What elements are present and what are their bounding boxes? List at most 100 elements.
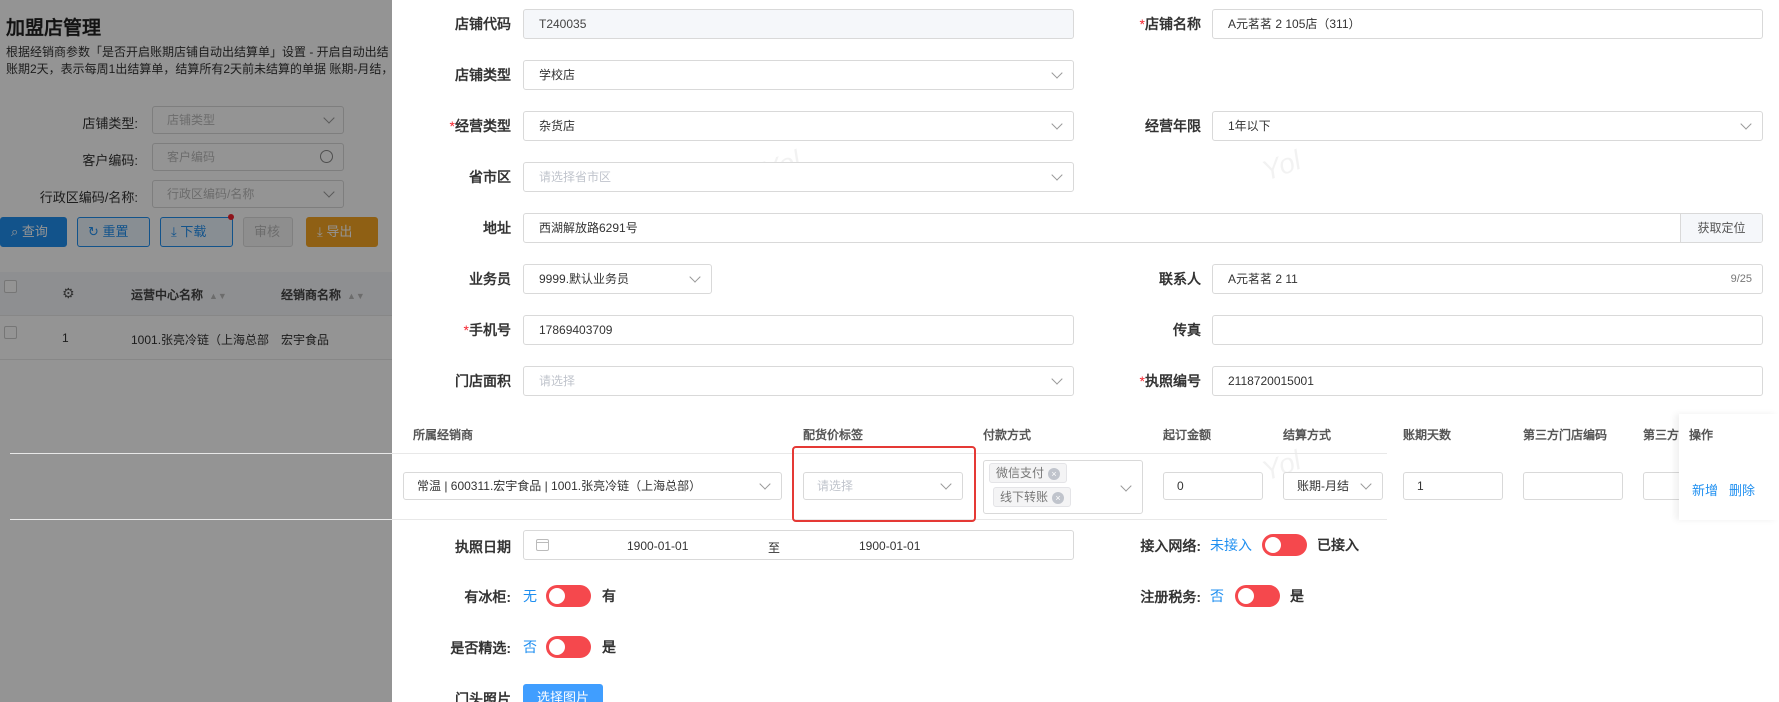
delete-row-link[interactable]: 删除 [1729,480,1755,499]
col-payment: 付款方式 [983,428,1032,442]
col-third: 第三方 [1643,428,1680,442]
payment-tag-label: 线下转账 [1000,490,1049,504]
min-amount-input[interactable]: 0 [1163,472,1263,500]
license-no-field[interactable]: 2118720015001 [1212,366,1763,396]
col-settlement: 结算方式 [1283,428,1332,442]
select-on-option[interactable]: 是 [602,637,616,657]
area-placeholder: 请选择 [539,374,576,388]
area-label: 门店面积 [391,371,511,391]
store-type-select[interactable]: 学校店 [523,60,1074,90]
freezer-on-option[interactable]: 有 [602,586,616,606]
settlement-select[interactable]: 账期-月结 [1283,472,1383,500]
area-select[interactable]: 请选择 [523,366,1074,396]
get-location-button[interactable]: 获取定位 [1680,214,1762,242]
license-date-start[interactable]: 1900-01-01 [627,539,688,553]
network-switch[interactable] [1262,534,1307,556]
contact-field[interactable]: A元茗茗 2 11 9/25 [1212,264,1763,294]
days-input[interactable]: 1 [1403,472,1503,500]
region-label-text: 省市区 [469,169,511,185]
choose-image-button[interactable]: 选择图片 [523,684,603,702]
tax-off-option[interactable]: 否 [1210,586,1224,606]
chevron-down-icon [1051,67,1063,79]
highlight-box [792,446,976,522]
chevron-down-icon [759,478,771,490]
payment-multiselect[interactable]: 微信支付 × 线下转账 × [983,460,1143,514]
store-name-label-text: 店铺名称 [1145,16,1201,32]
close-icon[interactable]: × [1052,492,1065,504]
phone-label-text: 手机号 [469,322,511,338]
select-off-option[interactable]: 否 [523,637,537,657]
chevron-down-icon [1360,478,1372,490]
address-label: 地址 [391,218,511,238]
phone-field[interactable]: 17869403709 [523,315,1074,345]
license-no-label-text: 执照编号 [1145,373,1201,389]
biz-type-select[interactable]: 杂货店 [523,111,1074,141]
chevron-down-icon [1740,118,1752,130]
license-date-range[interactable]: 1900-01-01 至 1900-01-01 [523,530,1074,560]
network-off-option[interactable]: 未接入 [1210,535,1252,555]
area-label-text: 门店面积 [455,373,511,389]
col-min-amount: 起订金额 [1163,428,1212,442]
watermark: Yol [1257,144,1305,187]
fax-field[interactable] [1212,315,1763,345]
freezer-switch[interactable] [546,585,591,607]
photo-label: 门头照片 [391,689,511,702]
biz-years-label: 经营年限 [1081,116,1201,136]
license-date-separator: 至 [768,541,781,555]
settlement-value: 账期-月结 [1297,479,1349,493]
biz-years-select[interactable]: 1年以下 [1212,111,1763,141]
select-label-text: 是否精选: [450,640,511,656]
store-code-field[interactable]: T240035 [523,9,1074,39]
calendar-icon [536,539,549,551]
close-icon[interactable]: × [1048,468,1061,480]
char-count: 9/25 [1730,273,1752,285]
dealer-select[interactable]: 常温 | 600311.宏宇食品 | 1001.张亮冷链（上海总部） [403,472,782,500]
biz-years-value: 1年以下 [1228,119,1271,133]
salesman-select[interactable]: 9999.默认业务员 [523,264,712,294]
col-dealer: 所属经销商 [413,428,474,442]
freezer-off-option[interactable]: 无 [523,586,537,606]
address-label-text: 地址 [483,220,511,236]
address-field[interactable]: 西湖解放路6291号 获取定位 [523,213,1763,243]
tax-switch[interactable] [1235,585,1280,607]
contact-label-text: 联系人 [1159,271,1201,287]
fax-label: 传真 [1081,320,1201,340]
col-price-tag: 配货价标签 [803,428,864,442]
network-label: 接入网络: [1081,536,1201,556]
region-label: 省市区 [391,167,511,187]
license-date-end[interactable]: 1900-01-01 [859,539,920,553]
region-placeholder: 请选择省市区 [539,170,612,184]
col-days: 账期天数 [1403,428,1452,442]
store-type-label: 店铺类型 [391,65,511,85]
store-name-label: *店铺名称 [1081,14,1201,34]
network-label-text: 接入网络: [1140,538,1201,554]
license-date-label-text: 执照日期 [455,539,511,555]
store-type-value: 学校店 [539,68,576,82]
biz-type-value: 杂货店 [539,119,576,133]
store-name-field[interactable]: A元茗茗 2 105店（311） [1212,9,1763,39]
add-row-link[interactable]: 新增 [1692,480,1718,499]
license-no-label: *执照编号 [1081,371,1201,391]
payment-tag: 微信支付 × [989,463,1068,483]
photo-label-text: 门头照片 [455,691,511,702]
select-switch[interactable] [546,636,591,658]
modal-mask[interactable] [0,0,392,702]
col-third-code: 第三方门店编码 [1523,428,1608,442]
license-date-label: 执照日期 [391,537,511,557]
region-select[interactable]: 请选择省市区 [523,162,1074,192]
chevron-down-icon [1051,373,1063,385]
network-on-option[interactable]: 已接入 [1317,535,1359,555]
payment-tag: 线下转账 × [993,487,1072,507]
contact-label: 联系人 [1081,269,1201,289]
fax-label-text: 传真 [1173,322,1201,338]
dealer-value: 常温 | 600311.宏宇食品 | 1001.张亮冷链（上海总部） [417,479,702,493]
col-operation: 操作 [1689,428,1714,442]
chevron-down-icon [1051,118,1063,130]
store-code-label: 店铺代码 [391,14,511,34]
third-code-input[interactable] [1523,472,1623,500]
freezer-label: 有冰柜: [391,587,511,607]
tax-label: 注册税务: [1081,587,1201,607]
freezer-label-text: 有冰柜: [464,589,511,605]
payment-tag-label: 微信支付 [996,466,1045,480]
tax-on-option[interactable]: 是 [1290,586,1304,606]
